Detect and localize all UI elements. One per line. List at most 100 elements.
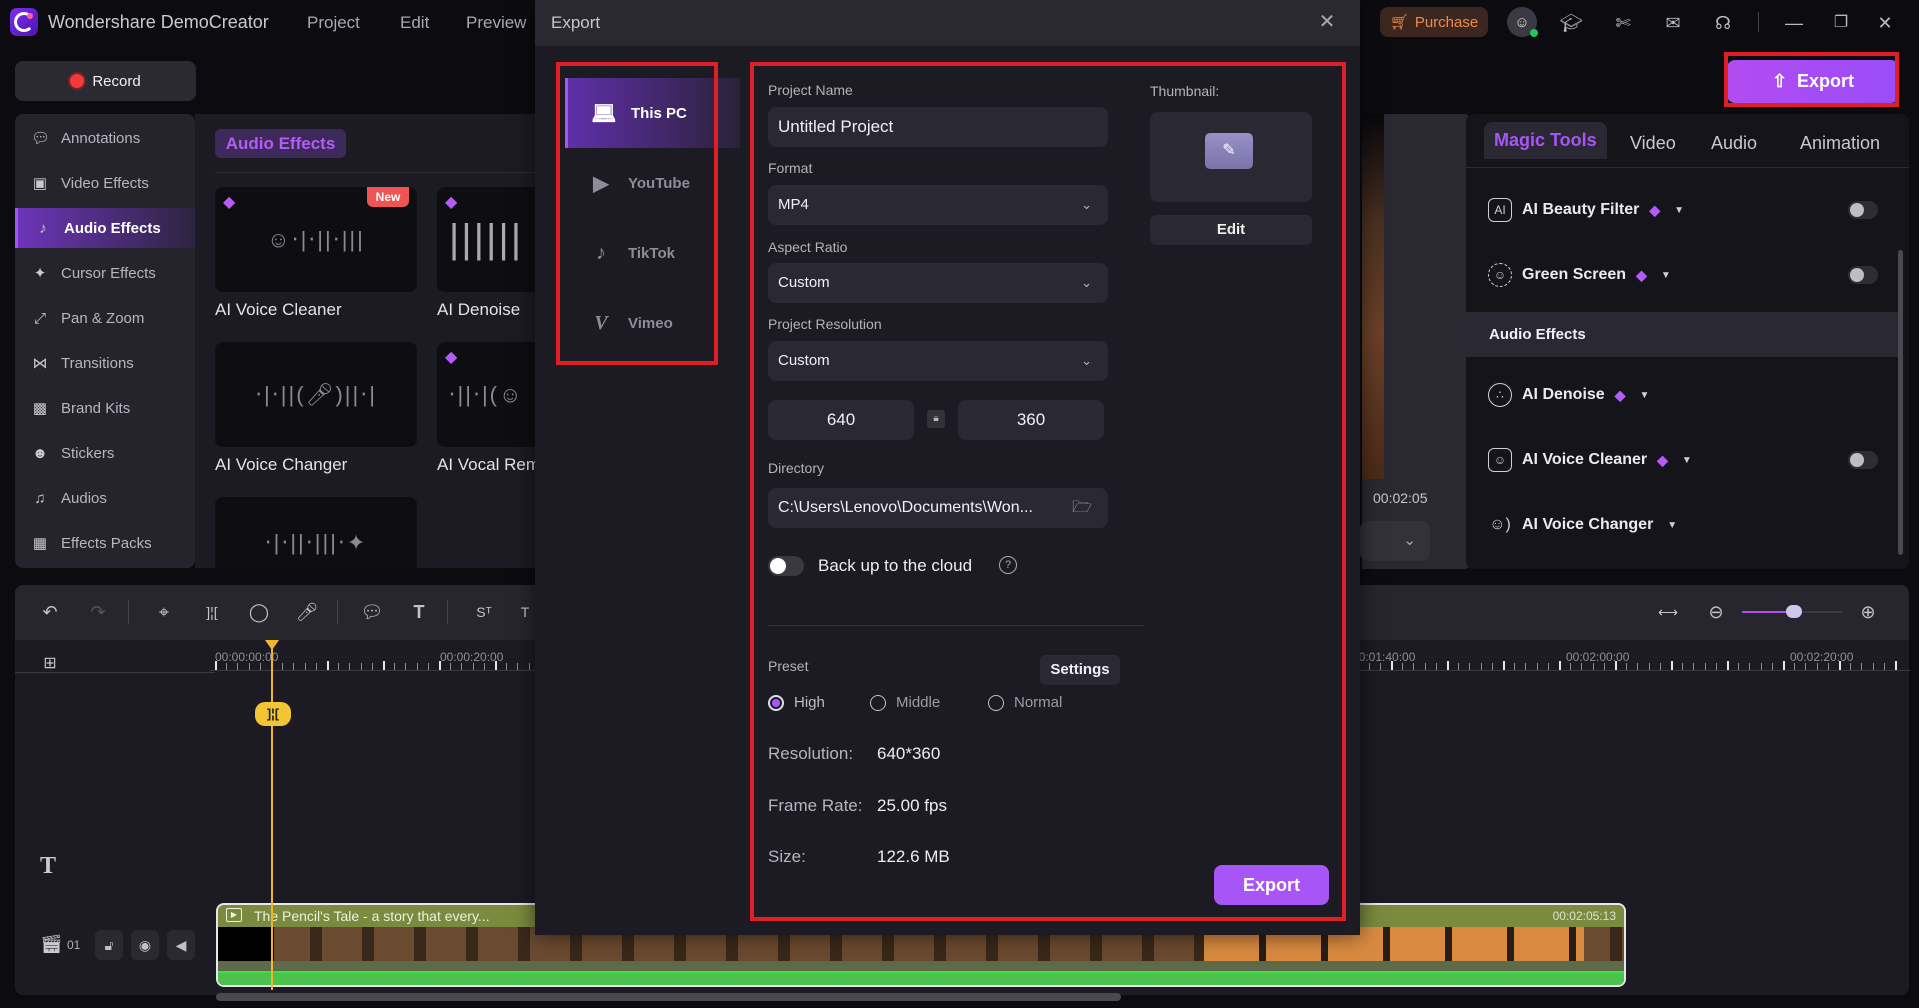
caret-down-icon[interactable]: ▼	[1674, 205, 1684, 216]
effect-card-ai-voice-cleaner[interactable]: ☺‧|‧||‧||| ◆ New	[215, 187, 417, 292]
properties-scrollbar[interactable]	[1898, 250, 1903, 555]
preset-middle-radio[interactable]: Middle	[870, 694, 940, 711]
sidebar-item-pan-zoom[interactable]: ⤢ Pan & Zoom	[15, 298, 195, 338]
destination-tiktok[interactable]: ♪ TikTok	[565, 218, 740, 288]
format-select[interactable]: MP4 ⌄	[768, 185, 1108, 225]
help-icon[interactable]: ?	[999, 556, 1017, 574]
support-icon[interactable]: ☊	[1710, 10, 1736, 36]
preset-normal-radio[interactable]: Normal	[988, 694, 1062, 711]
caret-down-icon[interactable]: ▼	[1682, 455, 1692, 466]
tool-green-screen[interactable]: ☺ Green Screen ◆ ▼	[1488, 261, 1671, 289]
tab-animation[interactable]: Animation	[1800, 133, 1880, 154]
info-size-key: Size:	[768, 847, 806, 866]
sidebar-item-annotations[interactable]: 💬︎ Annotations	[15, 118, 195, 158]
caret-down-icon[interactable]: ▼	[1639, 390, 1649, 401]
cloud-backup-toggle[interactable]	[768, 556, 804, 576]
tool-ai-voice-changer[interactable]: ☺) AI Voice Changer ▼	[1488, 511, 1677, 539]
minimize-icon[interactable]: —	[1781, 10, 1807, 36]
tool-ai-beauty-filter[interactable]: AI AI Beauty Filter ◆ ▼	[1488, 196, 1684, 224]
green-screen-toggle[interactable]	[1848, 266, 1878, 284]
dialog-close-icon[interactable]: ✕	[1315, 10, 1339, 34]
undo-icon[interactable]: ↶	[36, 598, 64, 626]
voice-changer-waveform-icon: ‧|‧||(🎤︎)||‧|	[255, 381, 377, 407]
text-icon[interactable]: T	[405, 598, 433, 626]
caret-down-icon[interactable]: ▼	[1667, 520, 1677, 531]
premium-gem-icon: ◆	[1636, 266, 1647, 283]
sidebar-item-label: Stickers	[61, 444, 115, 462]
mail-icon[interactable]: ✉︎	[1660, 10, 1686, 36]
preset-high-radio[interactable]: High	[768, 694, 825, 711]
menu-project[interactable]: Project	[307, 13, 360, 33]
sidebar-item-audios[interactable]: ♫ Audios	[15, 478, 195, 518]
crop-icon[interactable]: ⌖	[150, 598, 178, 626]
effect-card-ai-denoise[interactable]: |||||| ◆	[437, 187, 535, 292]
close-icon[interactable]: ✕	[1872, 10, 1898, 36]
directory-input[interactable]: C:\Users\Lenovo\Documents\Won... 🗁︎	[768, 488, 1108, 528]
fit-timeline-icon[interactable]: ⟷	[1654, 598, 1682, 626]
folder-icon[interactable]: 🗁︎	[1072, 488, 1092, 528]
playhead[interactable]	[271, 640, 273, 990]
split-icon[interactable]: ]¦[	[198, 598, 226, 626]
width-input[interactable]: 640	[768, 400, 914, 440]
sidebar-item-audio-effects[interactable]: ♪ Audio Effects	[15, 208, 195, 248]
ai-beauty-filter-toggle[interactable]	[1848, 201, 1878, 219]
sidebar-item-cursor-effects[interactable]: ✦ Cursor Effects	[15, 253, 195, 293]
feedback-icon[interactable]: ✄︎	[1610, 10, 1636, 36]
destination-this-pc[interactable]: 💻︎ This PC	[565, 78, 740, 148]
sidebar-item-transitions[interactable]: ⋈ Transitions	[15, 343, 195, 383]
tab-audio[interactable]: Audio	[1711, 133, 1757, 154]
preview-quality-dropdown[interactable]: ⌄	[1360, 521, 1430, 561]
sidebar-item-video-effects[interactable]: ▣ Video Effects	[15, 163, 195, 203]
sidebar-item-brand-kits[interactable]: ▩ Brand Kits	[15, 388, 195, 428]
tool-ai-voice-cleaner[interactable]: ☺ AI Voice Cleaner ◆ ▼	[1488, 446, 1692, 474]
purchase-button[interactable]: 🛒︎ Purchase	[1380, 7, 1488, 37]
account-icon[interactable]: ☺	[1507, 7, 1538, 37]
text-to-speech-icon[interactable]: T	[515, 598, 535, 626]
project-name-input[interactable]: Untitled Project	[768, 107, 1108, 147]
top-export-button[interactable]: ⇧ Export	[1727, 60, 1899, 103]
add-track-icon[interactable]: ⊞	[36, 650, 64, 678]
playhead-split-button[interactable]: ]¦[	[255, 702, 291, 726]
destination-youtube[interactable]: ▶ YouTube	[565, 148, 740, 218]
track-visibility-button[interactable]: ◉	[131, 930, 159, 960]
menu-edit[interactable]: Edit	[400, 13, 429, 33]
thumbnail-edit-button[interactable]: Edit	[1150, 215, 1312, 245]
ruler-tick	[1783, 661, 1785, 670]
restore-icon[interactable]: ❐	[1828, 10, 1854, 36]
redo-icon[interactable]: ↷	[84, 598, 112, 626]
aspect-ratio-select[interactable]: Custom ⌄	[768, 263, 1108, 303]
timeline-horizontal-scrollbar[interactable]	[216, 993, 1121, 1001]
height-input[interactable]: 360	[958, 400, 1104, 440]
sidebar-item-effects-packs[interactable]: ▦ Effects Packs	[15, 523, 195, 563]
record-button[interactable]: Record	[15, 61, 196, 101]
track-lock-button[interactable]: 🔓︎	[95, 930, 123, 960]
marker-icon[interactable]: ◯	[245, 598, 273, 626]
subtitle-icon[interactable]: Sᵀ	[470, 598, 498, 626]
ai-voice-cleaner-toggle[interactable]	[1848, 451, 1878, 469]
project-resolution-select[interactable]: Custom ⌄	[768, 341, 1108, 381]
zoom-slider-handle[interactable]	[1786, 605, 1802, 618]
zoom-out-icon[interactable]: ⊖	[1702, 598, 1730, 626]
caption-icon[interactable]: 💬︎	[358, 598, 386, 626]
dialog-export-button[interactable]: Export	[1214, 865, 1329, 905]
ruler-tick	[1727, 661, 1729, 670]
effect-card-ai-voice-changer[interactable]: ‧|‧||(🎤︎)||‧|	[215, 342, 417, 447]
vimeo-icon: V	[594, 311, 608, 334]
tutorial-icon[interactable]: 🎓︎	[1558, 10, 1584, 36]
effects-divider	[215, 172, 535, 173]
tab-magic-tools[interactable]: Magic Tools	[1484, 122, 1607, 159]
chevron-down-icon: ⌄	[1081, 353, 1092, 368]
zoom-in-icon[interactable]: ⊕	[1854, 598, 1882, 626]
tool-ai-denoise[interactable]: ∴ AI Denoise ◆ ▼	[1488, 381, 1649, 409]
track-mute-button[interactable]: ◀	[167, 930, 195, 960]
effect-card-5[interactable]: ‧|‧||‧|||‧✦	[215, 497, 417, 568]
sidebar-item-stickers[interactable]: ☻ Stickers	[15, 433, 195, 473]
menu-preview[interactable]: Preview	[466, 13, 526, 33]
caret-down-icon[interactable]: ▼	[1661, 270, 1671, 281]
destination-vimeo[interactable]: V Vimeo	[565, 288, 740, 358]
preset-settings-button[interactable]: Settings	[1040, 655, 1120, 685]
tab-video[interactable]: Video	[1630, 133, 1676, 154]
aspect-lock-icon[interactable]: 🔒︎	[927, 410, 945, 428]
microphone-icon[interactable]: 🎤︎	[293, 598, 321, 626]
effect-card-ai-vocal-remover[interactable]: ‧||‧|(☺ ◆	[437, 342, 535, 447]
